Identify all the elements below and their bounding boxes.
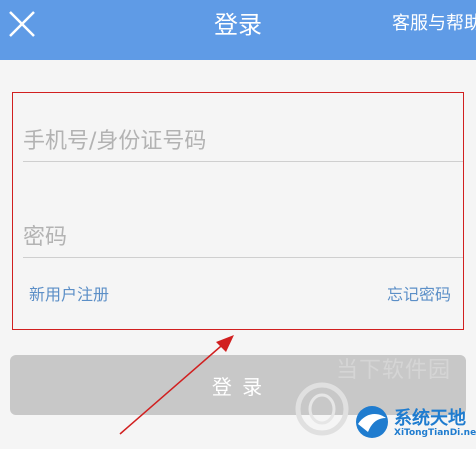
brand-bird-icon: [356, 406, 388, 438]
top-bar: 登录 客服与帮助: [0, 0, 476, 60]
annotation-arrow: [119, 335, 234, 435]
password-input[interactable]: [23, 217, 463, 257]
brand-name-en: XiTongTianDi.net: [394, 428, 476, 438]
help-link[interactable]: 客服与帮助: [392, 12, 476, 36]
login-form-highlight: 新用户注册 忘记密码: [12, 92, 464, 330]
forgot-password-link[interactable]: 忘记密码: [387, 285, 451, 305]
phone-id-field[interactable]: [23, 121, 463, 162]
register-link[interactable]: 新用户注册: [29, 285, 109, 305]
password-field[interactable]: [23, 217, 463, 258]
watermark-logo-icon: [295, 382, 349, 436]
watermark-text: 当下软件园: [336, 358, 452, 383]
phone-id-input[interactable]: [23, 121, 463, 161]
brand-name-cn: 系统天地: [394, 408, 466, 429]
